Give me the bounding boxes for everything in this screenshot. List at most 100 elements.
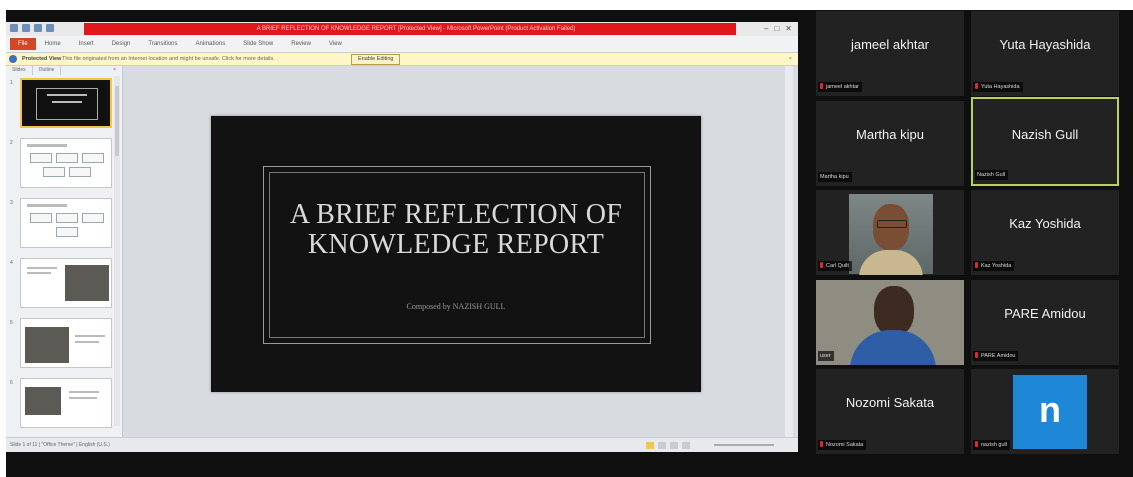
close-bar-icon[interactable]: ×	[789, 53, 792, 65]
slide-editor: A BRIEF REFLECTION OF KNOWLEDGE REPORT C…	[123, 66, 793, 437]
mic-muted-icon	[820, 441, 823, 447]
title-bar: A BRIEF REFLECTION OF KNOWLEDGE REPORT […	[6, 22, 798, 36]
mic-muted-icon	[975, 262, 978, 268]
pane-tabs: Slides Outline ×	[6, 66, 122, 75]
slide-title: A BRIEF REFLECTION OF KNOWLEDGE REPORT	[289, 199, 623, 260]
ribbon-tabs: File Home Insert Design Transitions Anim…	[6, 36, 798, 53]
participant-label: Kaz Yoshida	[973, 261, 1015, 271]
participant-tile[interactable]: Martha kipu Martha kipu	[816, 101, 964, 186]
mic-muted-icon	[975, 441, 978, 447]
slide-subtitle: Composed by NAZISH GULL	[406, 302, 506, 311]
editor-scrollbar[interactable]	[785, 66, 793, 437]
participant-video	[849, 194, 933, 275]
participant-label: user	[818, 351, 834, 361]
participant-name: Nozomi Sakata	[845, 395, 935, 410]
avatar: n	[1013, 375, 1087, 449]
view-buttons	[646, 442, 690, 449]
participant-tile-video[interactable]: user	[816, 280, 964, 365]
protected-view-message[interactable]: This file originated from an Internet lo…	[62, 53, 275, 65]
tab-animations[interactable]: Animations	[187, 38, 235, 50]
powerpoint-logo-icon	[10, 24, 18, 32]
thumbnail-image	[20, 198, 112, 248]
powerpoint-window: A BRIEF REFLECTION OF KNOWLEDGE REPORT […	[6, 22, 798, 452]
mic-muted-icon	[975, 83, 978, 89]
thumbnail-image	[20, 378, 112, 428]
slide-thumbnail[interactable]: 4	[10, 258, 114, 310]
participant-label: Yuta Hayashida	[973, 82, 1023, 92]
pane-close-icon[interactable]: ×	[107, 66, 122, 75]
participant-tile[interactable]: Yuta Hayashida Yuta Hayashida	[971, 11, 1119, 96]
slide-number: 6	[10, 380, 13, 386]
tab-transitions[interactable]: Transitions	[139, 38, 186, 50]
participant-tile-active-speaker[interactable]: Nazish Gull Nazish Gull	[971, 97, 1119, 186]
normal-view-icon[interactable]	[646, 442, 654, 449]
reading-view-icon[interactable]	[670, 442, 678, 449]
participant-name: Nazish Gull	[1011, 127, 1079, 142]
redo-icon[interactable]	[46, 24, 54, 32]
tab-design[interactable]: Design	[103, 38, 140, 50]
slide-number: 1	[10, 80, 13, 86]
mic-muted-icon	[820, 262, 823, 268]
participant-tile[interactable]: Kaz Yoshida Kaz Yoshida	[971, 190, 1119, 275]
window-controls: – □ ✕	[764, 24, 792, 34]
participant-tile-video[interactable]: Carl Quilt	[816, 190, 964, 275]
slide-thumbnail[interactable]: 5	[10, 318, 114, 370]
protected-view-bar: Protected View This file originated from…	[6, 53, 798, 66]
protected-view-label: Protected View	[22, 56, 62, 62]
tab-outline[interactable]: Outline	[33, 66, 62, 75]
maximize-icon[interactable]: □	[774, 24, 779, 34]
slide-thumbnail[interactable]: 2	[10, 138, 114, 190]
participant-label: jameel akhtar	[818, 82, 863, 92]
participant-label: Martha kipu	[818, 172, 852, 182]
thumbnail-image	[20, 258, 112, 308]
close-icon[interactable]: ✕	[785, 24, 792, 34]
slides-pane: Slides Outline × 1 2 3 4 5 6	[6, 66, 123, 437]
participant-video	[816, 280, 964, 365]
participant-tile[interactable]: Nozomi Sakata Nozomi Sakata	[816, 369, 964, 454]
tab-view[interactable]: View	[320, 38, 351, 50]
slide-number: 4	[10, 260, 13, 266]
thumbnail-image	[20, 318, 112, 368]
participant-name: Martha kipu	[856, 127, 924, 142]
slide-number: 2	[10, 140, 13, 146]
participant-tile[interactable]: n nazish gull	[971, 369, 1119, 454]
slide-thumbnail[interactable]: 6	[10, 378, 114, 430]
slide-thumbnail[interactable]: 1	[10, 78, 114, 130]
mic-muted-icon	[975, 352, 978, 358]
slide-number: 5	[10, 320, 13, 326]
tab-home[interactable]: Home	[36, 38, 70, 50]
thumbnail-image	[20, 78, 112, 128]
slide-sorter-icon[interactable]	[658, 442, 666, 449]
slide-number: 3	[10, 200, 13, 206]
quick-access-toolbar	[10, 24, 80, 34]
slide-thumbnail[interactable]: 3	[10, 198, 114, 250]
zoom-slider[interactable]	[714, 444, 774, 446]
participant-name: Yuta Hayashida	[999, 37, 1091, 52]
status-text: Slide 1 of 11 | "Office Theme" | English…	[10, 442, 110, 448]
slide-canvas[interactable]: A BRIEF REFLECTION OF KNOWLEDGE REPORT C…	[211, 116, 701, 392]
shield-icon	[9, 55, 17, 63]
participant-label: Carl Quilt	[818, 261, 852, 271]
slides-pane-scrollbar[interactable]	[114, 76, 120, 426]
participant-name: PARE Amidou	[1004, 306, 1086, 321]
participant-label: nazish gull	[973, 440, 1010, 450]
slideshow-icon[interactable]	[682, 442, 690, 449]
thumbnail-image	[20, 138, 112, 188]
undo-icon[interactable]	[34, 24, 42, 32]
tab-review[interactable]: Review	[282, 38, 320, 50]
enable-editing-button[interactable]: Enable Editing	[351, 54, 401, 65]
participant-tile[interactable]: PARE Amidou PARE Amidou	[971, 280, 1119, 365]
participant-name: jameel akhtar	[850, 37, 930, 52]
status-bar: Slide 1 of 11 | "Office Theme" | English…	[6, 437, 798, 452]
window-title: A BRIEF REFLECTION OF KNOWLEDGE REPORT […	[256, 26, 576, 32]
tab-slides[interactable]: Slides	[6, 66, 33, 75]
tab-file[interactable]: File	[10, 38, 36, 50]
save-icon[interactable]	[22, 24, 30, 32]
tab-insert[interactable]: Insert	[70, 38, 103, 50]
participant-label: Nazish Gull	[975, 170, 1009, 180]
participant-name: Kaz Yoshida	[1009, 216, 1081, 231]
participant-label: Nozomi Sakata	[818, 440, 867, 450]
tab-slide-show[interactable]: Slide Show	[234, 38, 282, 50]
participant-tile[interactable]: jameel akhtar jameel akhtar	[816, 11, 964, 96]
minimize-icon[interactable]: –	[764, 24, 768, 34]
